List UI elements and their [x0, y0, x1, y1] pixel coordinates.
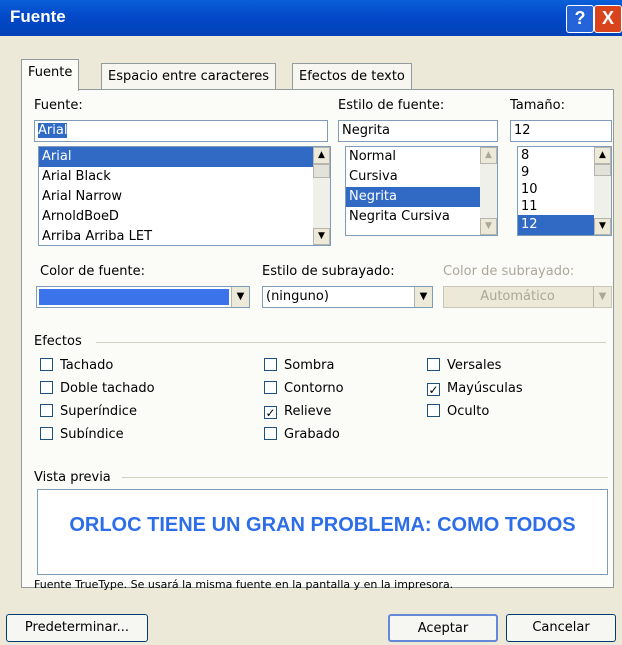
style-list-item[interactable]: Negrita	[346, 187, 480, 207]
checkbox-oculto[interactable]: Oculto	[427, 404, 489, 419]
font-list[interactable]: Arial Arial Black Arial Narrow ArnoldBoe…	[38, 146, 331, 246]
scroll-down-icon[interactable]: ▼	[313, 228, 330, 245]
checkbox-versales[interactable]: Versales	[427, 358, 501, 373]
style-list-item[interactable]: Negrita Cursiva	[346, 207, 497, 227]
style-list[interactable]: Normal Cursiva Negrita Negrita Cursiva ▲…	[345, 146, 498, 236]
checkbox-label: Tachado	[60, 358, 114, 373]
checkbox-tachado[interactable]: Tachado	[40, 358, 113, 373]
style-list-item[interactable]: Cursiva	[346, 167, 497, 187]
checkbox-label: Mayúsculas	[447, 381, 523, 396]
checkbox-label: Relieve	[284, 404, 332, 419]
size-list-item[interactable]: 12	[518, 215, 594, 235]
checkbox-label: Sombra	[284, 358, 335, 373]
checkbox-mayusculas[interactable]: ✓ Mayúsculas	[427, 381, 523, 396]
scroll-thumb[interactable]	[594, 164, 611, 176]
checkbox-label: Oculto	[447, 404, 490, 419]
underline-color-label: Color de subrayado:	[443, 264, 575, 279]
checkbox-label: Subíndice	[60, 427, 124, 442]
check-icon[interactable]: ✓	[264, 406, 277, 419]
scroll-up-icon[interactable]: ▲	[313, 147, 330, 164]
checkbox-sombra[interactable]: Sombra	[264, 358, 334, 373]
checkbox-box[interactable]	[427, 404, 440, 417]
checkbox-box[interactable]	[40, 427, 53, 440]
help-button[interactable]: ?	[566, 5, 594, 33]
checkbox-grabado[interactable]: Grabado	[264, 427, 340, 442]
preview-text: ORLOC TIENE UN GRAN PROBLEMA: COMO TODOS	[69, 514, 576, 536]
underline-style-select[interactable]: (ninguno) ▼	[262, 286, 433, 308]
checkbox-box[interactable]	[40, 404, 53, 417]
checkbox-doble-tachado[interactable]: Doble tachado	[40, 381, 155, 396]
size-input[interactable]: 12	[510, 120, 612, 142]
cancel-button[interactable]: Cancelar	[506, 614, 616, 642]
size-list[interactable]: 8 9 10 11 12 ▲ ▼	[517, 146, 612, 236]
effects-label: Efectos	[34, 334, 82, 349]
title-bar: Fuente ? X	[0, 0, 622, 36]
chevron-down-icon[interactable]: ▼	[414, 287, 432, 307]
preview-divider	[122, 477, 608, 478]
font-list-item[interactable]: Arial Black	[39, 167, 330, 187]
checkbox-box[interactable]	[264, 358, 277, 371]
checkbox-box[interactable]	[427, 358, 440, 371]
tab-fuente[interactable]: Fuente	[21, 59, 80, 91]
size-list-scrollbar[interactable]: ▲ ▼	[594, 147, 611, 235]
checkbox-label: Contorno	[284, 381, 344, 396]
chevron-down-icon[interactable]: ▼	[231, 287, 249, 307]
checkbox-label: Grabado	[284, 427, 340, 442]
checkbox-subindice[interactable]: Subíndice	[40, 427, 124, 442]
tab-espacio-caracteres[interactable]: Espacio entre caracteres	[101, 63, 277, 90]
style-list-item[interactable]: Normal	[346, 147, 497, 167]
checkbox-box[interactable]	[40, 358, 53, 371]
font-input-value: Arial	[38, 123, 68, 138]
font-color-select[interactable]: ▼	[36, 286, 250, 308]
checkbox-label: Superíndice	[60, 404, 137, 419]
font-list-item[interactable]: Arial	[39, 147, 313, 167]
checkbox-box[interactable]	[40, 381, 53, 394]
scroll-thumb[interactable]	[313, 164, 330, 178]
preview-info: Fuente TrueType. Se usará la misma fuent…	[34, 578, 454, 591]
size-label: Tamaño:	[510, 98, 565, 113]
dialog-title: Fuente	[10, 7, 66, 26]
scroll-down-icon[interactable]: ▼	[480, 218, 497, 235]
check-icon[interactable]: ✓	[427, 383, 440, 396]
scroll-up-icon[interactable]: ▲	[594, 147, 611, 164]
style-label: Estilo de fuente:	[338, 98, 445, 113]
font-list-item[interactable]: ArnoldBoeD	[39, 207, 330, 227]
font-label: Fuente:	[34, 98, 83, 113]
close-button[interactable]: X	[594, 5, 622, 33]
preview-box: ORLOC TIENE UN GRAN PROBLEMA: COMO TODOS	[37, 489, 608, 575]
checkbox-box[interactable]	[264, 381, 277, 394]
checkbox-superindice[interactable]: Superíndice	[40, 404, 137, 419]
font-list-item[interactable]: Arial Narrow	[39, 187, 330, 207]
checkbox-box[interactable]	[264, 427, 277, 440]
checkbox-relieve[interactable]: ✓ Relieve	[264, 404, 331, 419]
underline-color-select: Automático ▼	[443, 286, 612, 308]
font-color-label: Color de fuente:	[40, 264, 145, 279]
effects-divider	[96, 342, 606, 343]
scroll-up-icon[interactable]: ▲	[480, 147, 497, 164]
default-button[interactable]: Predeterminar...	[6, 614, 148, 642]
font-list-item[interactable]: Arriba Arriba LET	[39, 227, 330, 245]
font-input[interactable]: Arial	[34, 120, 328, 142]
preview-label: Vista previa	[34, 470, 111, 485]
font-color-swatch	[39, 289, 229, 305]
style-list-scrollbar[interactable]: ▲ ▼	[480, 147, 497, 235]
ok-button[interactable]: Aceptar	[388, 614, 498, 642]
chevron-down-icon: ▼	[593, 287, 611, 307]
underline-color-value: Automático	[480, 289, 555, 304]
underline-style-label: Estilo de subrayado:	[262, 264, 395, 279]
tab-efectos-texto[interactable]: Efectos de texto	[292, 63, 412, 90]
checkbox-contorno[interactable]: Contorno	[264, 381, 344, 396]
checkbox-label: Versales	[447, 358, 502, 373]
font-list-scrollbar[interactable]: ▲ ▼	[313, 147, 330, 245]
font-dialog: Fuente ? X Fuente Espacio entre caracter…	[0, 0, 622, 645]
scroll-down-icon[interactable]: ▼	[594, 218, 611, 235]
checkbox-label: Doble tachado	[60, 381, 155, 396]
style-input[interactable]: Negrita	[338, 120, 498, 142]
underline-style-value: (ninguno)	[266, 289, 329, 304]
